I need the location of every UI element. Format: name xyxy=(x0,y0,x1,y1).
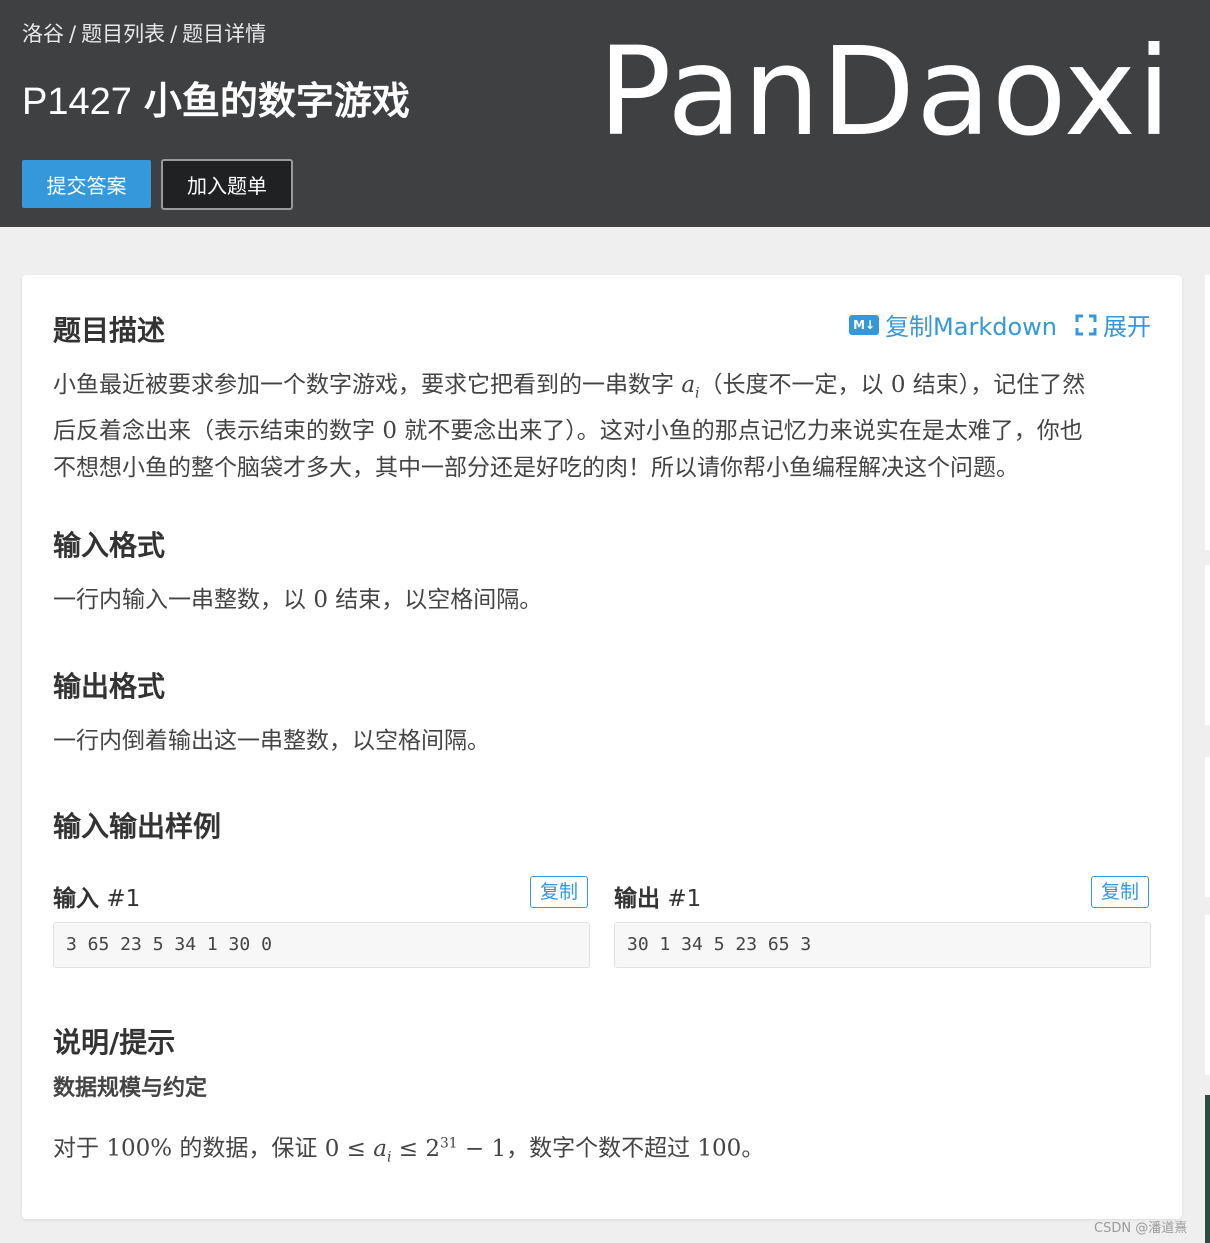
expand-icon xyxy=(1075,314,1097,335)
hint-heading: 说明/提示 xyxy=(53,1026,176,1059)
description-text-part: 不想想小鱼的整个脑袋才多大，其中一部分还是好吃的肉！所以请你帮小鱼编程解决这个问… xyxy=(53,454,1019,481)
math-zero: 0 xyxy=(324,1135,340,1162)
math-zero: 0 xyxy=(890,372,906,398)
math-pow-base: 2 xyxy=(425,1135,440,1162)
copy-output-button[interactable]: 复制 xyxy=(1091,876,1149,908)
sample-input-box[interactable]: 3 65 23 5 34 1 30 0 xyxy=(53,922,590,968)
description-text: 小鱼最近被要求参加一个数字游戏，要求它把看到的一串数字 ai（长度不一定，以 0… xyxy=(53,367,1153,487)
sample-index: #1 xyxy=(106,886,141,912)
math-le: ≤ xyxy=(398,1135,419,1162)
input-format-heading: 输入格式 xyxy=(53,529,166,562)
copy-input-button[interactable]: 复制 xyxy=(530,876,588,908)
math-le: ≤ xyxy=(346,1135,366,1162)
description-text-part: 结束），记住了然 xyxy=(905,372,1086,398)
hint-text: 对于 100% 的数据，保证 0 ≤ ai ≤ 231 − 1，数字个数不超过 … xyxy=(53,1125,1153,1176)
samples-heading: 输入输出样例 xyxy=(53,810,222,843)
breadcrumb-separator: / xyxy=(170,22,178,46)
hint-text-part: ，数字个数不超过 xyxy=(506,1135,698,1162)
hint-text-part: 对于 xyxy=(53,1135,107,1162)
page-title: P1427 小鱼的数字游戏 xyxy=(22,70,410,125)
problem-id: P1427 xyxy=(22,81,132,123)
sample-input-title: 输入 xyxy=(53,886,99,912)
hint-text-part: 的数据，保证 xyxy=(172,1135,325,1162)
breadcrumb-separator: / xyxy=(69,22,77,46)
hint-text-part: 。 xyxy=(741,1135,765,1162)
sample-input-label: 输入 #1 xyxy=(53,879,140,913)
math-max: 100 xyxy=(697,1135,742,1162)
watermark-text: PanDaoxi xyxy=(598,21,1172,163)
markdown-icon: M↓ xyxy=(849,314,880,335)
description-text-part: 后反着念出来（表示结束的数字 xyxy=(53,417,383,444)
math-constraint: 0 ≤ ai ≤ 231 − 1 xyxy=(324,1135,507,1166)
math-a: a xyxy=(373,1135,387,1162)
description-text-part: （长度不一定，以 xyxy=(699,372,891,398)
sample-index: #1 xyxy=(667,886,702,912)
card-toolbar: M↓ 复制Markdown 展开 xyxy=(849,307,1151,342)
input-format-text-part: 结束，以空格间隔。 xyxy=(327,587,543,613)
math-pow-exp: 31 xyxy=(440,1135,458,1151)
math-var: ai xyxy=(681,372,699,402)
sample-output-label: 输出 #1 xyxy=(614,879,701,913)
side-panel-edge xyxy=(1205,915,1210,1075)
math-zero: 0 xyxy=(382,417,397,444)
side-panel-edge xyxy=(1205,275,1210,550)
input-format-text: 一行内输入一串整数，以 0 结束，以空格间隔。 xyxy=(53,582,1153,619)
copy-markdown-button[interactable]: M↓ 复制Markdown xyxy=(849,307,1057,342)
description-heading: 题目描述 xyxy=(53,314,166,347)
expand-label: 展开 xyxy=(1103,313,1151,341)
add-to-list-button[interactable]: 加入题单 xyxy=(161,159,293,210)
side-panel-edge xyxy=(1205,757,1210,897)
description-text-part: 就不要念出来了）。这对小鱼的那点记忆力来说实在是太难了，你也 xyxy=(396,417,1083,444)
csdn-credit: CSDN @潘道熹 xyxy=(1094,1221,1188,1236)
hint-subheading: 数据规模与约定 xyxy=(53,1076,208,1101)
sample-output-title: 输出 xyxy=(614,886,660,912)
side-panel-edge xyxy=(1205,1095,1210,1243)
math-minus-one: − 1 xyxy=(457,1135,507,1162)
output-format-heading: 输出格式 xyxy=(53,670,166,703)
sample-output-box[interactable]: 30 1 34 5 23 65 3 xyxy=(614,922,1151,968)
math-i: i xyxy=(386,1149,392,1166)
math-zero: 0 xyxy=(313,587,328,613)
math-a: a xyxy=(681,372,696,398)
input-format-text-part: 一行内输入一串整数，以 xyxy=(53,587,314,613)
expand-button[interactable]: 展开 xyxy=(1075,307,1151,342)
side-panel-edge xyxy=(1205,565,1210,725)
math-percent: 100% xyxy=(106,1135,173,1162)
problem-header: 洛谷 / 题目列表 / 题目详情 P1427 小鱼的数字游戏 提交答案 加入题单 PanD… xyxy=(0,0,1210,227)
submit-answer-button[interactable]: 提交答案 xyxy=(22,160,151,208)
breadcrumb-problem-list[interactable]: 题目列表 xyxy=(81,22,165,46)
problem-name: 小鱼的数字游戏 xyxy=(143,79,410,123)
breadcrumb-home[interactable]: 洛谷 xyxy=(22,22,64,46)
description-text-part: 小鱼最近被要求参加一个数字游戏，要求它把看到的一串数字 xyxy=(53,372,682,398)
output-format-text: 一行内倒着输出这一串整数，以空格间隔。 xyxy=(53,728,490,754)
breadcrumb: 洛谷 / 题目列表 / 题目详情 xyxy=(22,18,266,48)
breadcrumb-problem-detail[interactable]: 题目详情 xyxy=(182,22,266,46)
copy-markdown-label: 复制Markdown xyxy=(885,313,1057,341)
